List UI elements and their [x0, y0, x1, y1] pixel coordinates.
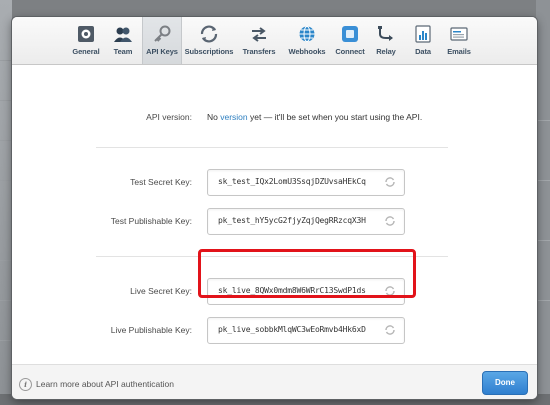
tab-general[interactable]: General [68, 17, 104, 64]
api-version-value: No version yet — it'll be set when you s… [207, 112, 422, 122]
refresh-icon[interactable] [384, 176, 396, 188]
live-publishable-key-value: pk_live_sobbkMlqWC3wEoRmvb4Hk6xD [218, 325, 366, 334]
tab-data-label: Data [415, 47, 431, 56]
tab-api-keys[interactable]: API Keys [142, 17, 182, 64]
test-publishable-key-field[interactable]: pk_test_hY5ycG2fjyZqjQegRRzcqX3H [207, 208, 405, 235]
info-icon: i [19, 378, 32, 391]
test-publishable-key-label: Test Publishable Key: [110, 216, 192, 226]
refresh-icon[interactable] [384, 215, 396, 227]
tab-emails[interactable]: Emails [442, 17, 476, 64]
webhooks-icon [299, 26, 315, 42]
team-icon [114, 27, 132, 42]
transfers-icon [252, 27, 266, 42]
connect-icon [342, 26, 358, 42]
tab-subscriptions[interactable]: Subscriptions [184, 17, 234, 64]
test-publishable-key-value: pk_test_hY5ycG2fjyZqjQegRRzcqX3H [218, 216, 366, 225]
modal-footer: i Learn more about API authentication Do… [12, 364, 537, 399]
done-button[interactable]: Done [482, 371, 528, 395]
live-secret-key-highlight [198, 249, 416, 298]
tab-relay[interactable]: Relay [372, 17, 400, 64]
tab-webhooks[interactable]: Webhooks [284, 17, 330, 64]
test-secret-key-value: sk_test_IQx2LomU3SsqjDZUvsaHEkCq [218, 177, 366, 186]
learn-more-link[interactable]: Learn more about API authentication [36, 379, 174, 389]
tab-webhooks-label: Webhooks [288, 47, 326, 56]
tab-subscriptions-label: Subscriptions [184, 47, 234, 56]
tab-team-label: Team [113, 47, 133, 56]
settings-toolbar: General Team API Keys Subscriptions Tran… [12, 17, 537, 65]
api-version-suffix: yet — it'll be set when you start using … [247, 112, 423, 122]
key-icon [154, 25, 171, 42]
api-version-prefix: No [207, 112, 221, 122]
relay-icon [378, 26, 393, 41]
tab-transfers[interactable]: Transfers [238, 17, 280, 64]
data-icon [415, 25, 431, 43]
tab-team[interactable]: Team [106, 17, 140, 64]
account-settings-modal: General Team API Keys Subscriptions Tran… [12, 17, 537, 399]
tab-transfers-label: Transfers [242, 47, 276, 56]
test-secret-key-label: Test Secret Key: [130, 177, 192, 187]
background-panel [536, 0, 550, 405]
tab-api-keys-label: API Keys [146, 47, 178, 56]
tab-general-label: General [72, 47, 100, 56]
api-version-link[interactable]: version [220, 112, 247, 122]
tab-data[interactable]: Data [410, 17, 436, 64]
tab-relay-label: Relay [376, 47, 396, 56]
tab-emails-label: Emails [447, 47, 471, 56]
api-version-label: API version: [146, 112, 192, 122]
background-sidebar [0, 0, 12, 405]
live-publishable-key-label: Live Publishable Key: [110, 325, 192, 335]
general-icon [78, 26, 94, 42]
tab-connect-label: Connect [335, 47, 365, 56]
live-secret-key-label: Live Secret Key: [130, 286, 192, 296]
section-divider [96, 147, 448, 148]
subscriptions-icon [200, 25, 218, 43]
tab-connect[interactable]: Connect [332, 17, 368, 64]
test-secret-key-field[interactable]: sk_test_IQx2LomU3SsqjDZUvsaHEkCq [207, 169, 405, 196]
live-publishable-key-field[interactable]: pk_live_sobbkMlqWC3wEoRmvb4Hk6xD [207, 317, 405, 344]
emails-icon [450, 27, 468, 41]
refresh-icon[interactable] [384, 324, 396, 336]
